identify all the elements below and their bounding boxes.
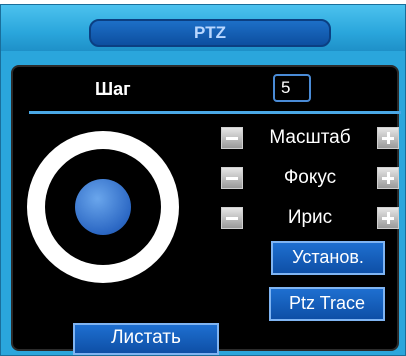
arrow-down-left-icon[interactable]: [55, 241, 69, 255]
arrow-down-right-icon[interactable]: [137, 241, 151, 255]
set-button[interactable]: Установ.: [271, 241, 385, 275]
zoom-plus-button[interactable]: [377, 127, 399, 149]
arrow-right-icon[interactable]: [164, 197, 177, 217]
title-bar: PTZ: [1, 5, 405, 51]
minus-icon: [226, 177, 238, 180]
ptz-window: PTZ Шаг 5 Масштаб Фокус Ирис Установ. Pt…: [0, 4, 406, 356]
ptz-panel: Шаг 5 Масштаб Фокус Ирис Установ. Ptz Tr…: [11, 65, 401, 355]
ptz-trace-button[interactable]: Ptz Trace: [269, 287, 385, 321]
step-label: Шаг: [95, 79, 131, 99]
zoom-minus-button[interactable]: [221, 127, 243, 149]
divider: [29, 111, 401, 114]
iris-row: Ирис: [221, 205, 399, 231]
minus-icon: [226, 217, 238, 220]
window-title: PTZ: [89, 19, 331, 47]
focus-plus-button[interactable]: [377, 167, 399, 189]
iris-plus-button[interactable]: [377, 207, 399, 229]
arrow-down-icon[interactable]: [93, 268, 113, 281]
direction-pad: [27, 131, 179, 283]
arrow-up-right-icon[interactable]: [137, 159, 151, 173]
page-button[interactable]: Листать: [73, 323, 219, 355]
iris-minus-button[interactable]: [221, 207, 243, 229]
minus-icon: [226, 137, 238, 140]
arrow-left-icon[interactable]: [29, 197, 42, 217]
step-input[interactable]: 5: [273, 74, 311, 102]
iris-label: Ирис: [287, 207, 333, 228]
arrow-up-icon[interactable]: [93, 133, 113, 146]
zoom-row: Масштаб: [221, 125, 399, 151]
arrow-up-left-icon[interactable]: [55, 159, 69, 173]
focus-minus-button[interactable]: [221, 167, 243, 189]
zoom-label: Масштаб: [269, 127, 351, 148]
center-button[interactable]: [75, 179, 131, 235]
focus-label: Фокус: [283, 167, 337, 188]
focus-row: Фокус: [221, 165, 399, 191]
